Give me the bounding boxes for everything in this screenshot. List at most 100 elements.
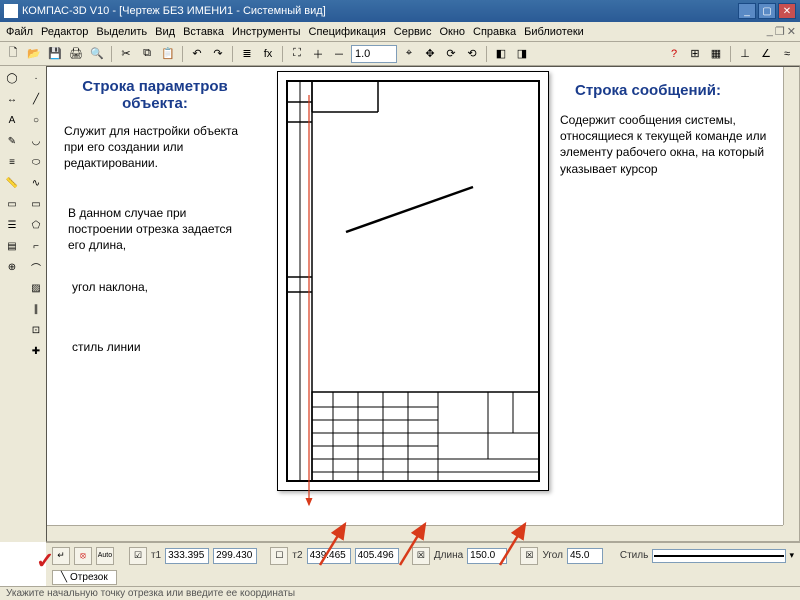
cut-button[interactable]: ✂ bbox=[117, 45, 135, 63]
rotate-button[interactable]: ⟳ bbox=[442, 45, 460, 63]
aux-tool[interactable]: ✚ bbox=[26, 341, 46, 361]
equid-tool[interactable]: ∥ bbox=[26, 299, 46, 319]
ang-button[interactable]: ∠ bbox=[757, 45, 775, 63]
ortho-button[interactable]: ⊥ bbox=[736, 45, 754, 63]
maximize-button[interactable]: ▢ bbox=[758, 3, 776, 19]
t1-y-field[interactable] bbox=[213, 548, 257, 564]
polygon-tool[interactable]: ⬠ bbox=[26, 215, 46, 235]
stop-button[interactable]: ⦻ bbox=[74, 547, 92, 565]
zoom-input[interactable] bbox=[351, 45, 397, 63]
fillet-tool[interactable]: ⌒ bbox=[26, 257, 46, 277]
vars-button[interactable]: fx bbox=[259, 45, 277, 63]
menu-select[interactable]: Выделить bbox=[96, 26, 147, 38]
edit-tool[interactable]: ✎ bbox=[2, 131, 22, 151]
t1-lock-button[interactable]: ☑ bbox=[129, 547, 147, 565]
redraw-button[interactable]: ⟲ bbox=[463, 45, 481, 63]
menu-tools[interactable]: Инструменты bbox=[232, 26, 301, 38]
copy-button[interactable]: ⧉ bbox=[138, 45, 156, 63]
frame-lines bbox=[288, 82, 538, 480]
spec-tool[interactable]: ☰ bbox=[2, 215, 22, 235]
length-lock-button[interactable]: ☒ bbox=[412, 547, 430, 565]
chamfer-tool[interactable]: ⌐ bbox=[26, 236, 46, 256]
menu-service[interactable]: Сервис bbox=[394, 26, 432, 38]
zoom-out-button[interactable]: － bbox=[330, 45, 348, 63]
parameter-bar: ↵ ⦻ Auto ☑ т1 ☐ т2 ☒ Длина ☒ Угол Стиль … bbox=[46, 542, 800, 568]
close-button[interactable]: ✕ bbox=[778, 3, 796, 19]
window-titlebar: КОМПАС-3D V10 - [Чертеж БЕЗ ИМЕНИ1 - Сис… bbox=[0, 0, 800, 22]
new-button[interactable]: 🗋 bbox=[4, 45, 22, 63]
zoom-window-button[interactable]: ⌖ bbox=[400, 45, 418, 63]
zoom-in-button[interactable]: ＋ bbox=[309, 45, 327, 63]
pan-button[interactable]: ✥ bbox=[421, 45, 439, 63]
text-tool[interactable]: A bbox=[2, 110, 22, 130]
menu-view[interactable]: Вид bbox=[155, 26, 175, 38]
round-button[interactable]: ≈ bbox=[778, 45, 796, 63]
snap-button[interactable]: ⊞ bbox=[686, 45, 704, 63]
menu-libraries[interactable]: Библиотеки bbox=[524, 26, 584, 38]
line-icon: ╲ bbox=[61, 572, 67, 583]
geometry-tool[interactable]: ◯ bbox=[2, 68, 22, 88]
horizontal-scrollbar[interactable] bbox=[47, 525, 783, 541]
tab-segment[interactable]: ╲ Отрезок bbox=[52, 570, 117, 585]
undo-button[interactable]: ↶ bbox=[188, 45, 206, 63]
report-tool[interactable]: ▤ bbox=[2, 236, 22, 256]
t2-y-field[interactable] bbox=[355, 548, 399, 564]
angle-label: Угол bbox=[542, 550, 563, 561]
mdi-restore-icon[interactable]: ❐ bbox=[775, 25, 785, 38]
menu-editor[interactable]: Редактор bbox=[41, 26, 88, 38]
style-dropdown[interactable] bbox=[652, 549, 785, 563]
paste-button[interactable]: 📋 bbox=[159, 45, 177, 63]
rect-tool[interactable]: ▭ bbox=[26, 194, 46, 214]
annotation-param-p4: стиль линии bbox=[72, 340, 141, 354]
t2-lock-button[interactable]: ☐ bbox=[270, 547, 288, 565]
ellipse-tool[interactable]: ⬭ bbox=[26, 152, 46, 172]
menu-help[interactable]: Справка bbox=[473, 26, 516, 38]
menu-insert[interactable]: Вставка bbox=[183, 26, 224, 38]
scrollbar-corner bbox=[783, 525, 799, 541]
tab-label: Отрезок bbox=[70, 572, 108, 583]
insert-tool[interactable]: ⊕ bbox=[2, 257, 22, 277]
point-tool[interactable]: · bbox=[26, 68, 46, 88]
style-dropdown-arrow-icon[interactable]: ▾ bbox=[790, 550, 795, 561]
length-label: Длина bbox=[434, 550, 463, 561]
grid-button[interactable]: ▦ bbox=[707, 45, 725, 63]
t1-x-field[interactable] bbox=[165, 548, 209, 564]
preview-button[interactable]: 🔍 bbox=[88, 45, 106, 63]
angle-field[interactable] bbox=[567, 548, 603, 564]
minimize-button[interactable]: _ bbox=[738, 3, 756, 19]
open-button[interactable]: 📂 bbox=[25, 45, 43, 63]
drawing-sheet bbox=[277, 71, 549, 491]
t1-label: т1 bbox=[151, 550, 161, 561]
help-button[interactable]: ? bbox=[665, 45, 683, 63]
tool-b-button[interactable]: ◨ bbox=[513, 45, 531, 63]
menu-spec[interactable]: Спецификация bbox=[309, 26, 386, 38]
length-field[interactable] bbox=[467, 548, 507, 564]
arc-tool[interactable]: ◡ bbox=[26, 131, 46, 151]
save-button[interactable]: 💾 bbox=[46, 45, 64, 63]
annotation-param-p1: Служит для настройки объекта при его соз… bbox=[64, 123, 249, 172]
param-tool[interactable]: ≡ bbox=[2, 152, 22, 172]
measure-tool[interactable]: 📏 bbox=[2, 173, 22, 193]
print-button[interactable]: 🖨 bbox=[67, 45, 85, 63]
app-icon bbox=[4, 4, 18, 18]
menu-file[interactable]: Файл bbox=[6, 26, 33, 38]
create-button[interactable]: ↵ bbox=[52, 547, 70, 565]
hatch-tool[interactable]: ▨ bbox=[26, 278, 46, 298]
dimension-tool[interactable]: ↔ bbox=[2, 89, 22, 109]
line-tool[interactable]: ╱ bbox=[26, 89, 46, 109]
gather-tool[interactable]: ⊡ bbox=[26, 320, 46, 340]
auto-button[interactable]: Auto bbox=[96, 547, 114, 565]
tool-a-button[interactable]: ◧ bbox=[492, 45, 510, 63]
circle-tool[interactable]: ○ bbox=[26, 110, 46, 130]
menu-window[interactable]: Окно bbox=[439, 26, 465, 38]
mdi-minimize-icon[interactable]: _ bbox=[767, 25, 773, 38]
mdi-close-icon[interactable]: ✕ bbox=[787, 25, 796, 38]
zoom-fit-button[interactable]: ⛶ bbox=[288, 45, 306, 63]
main-toolbar: 🗋 📂 💾 🖨 🔍 ✂ ⧉ 📋 ↶ ↷ ≣ fx ⛶ ＋ － ⌖ ✥ ⟳ ⟲ ◧… bbox=[0, 42, 800, 66]
spline-tool[interactable]: ∿ bbox=[26, 173, 46, 193]
redo-button[interactable]: ↷ bbox=[209, 45, 227, 63]
t2-x-field[interactable] bbox=[307, 548, 351, 564]
props-button[interactable]: ≣ bbox=[238, 45, 256, 63]
angle-lock-button[interactable]: ☒ bbox=[520, 547, 538, 565]
select-tool[interactable]: ▭ bbox=[2, 194, 22, 214]
